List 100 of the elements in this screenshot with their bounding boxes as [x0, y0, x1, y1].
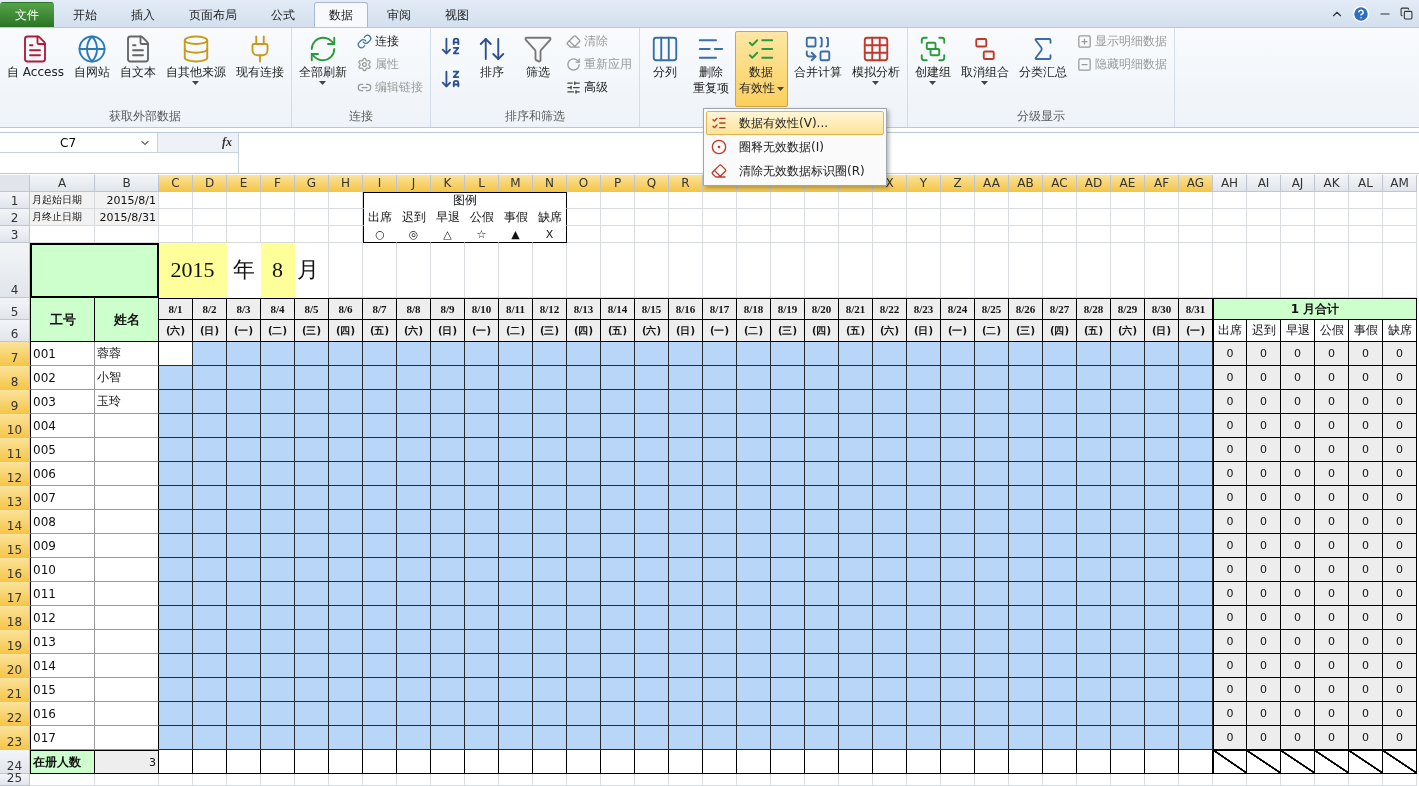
total-cell: 0: [1315, 510, 1349, 534]
total-cell: 0: [1315, 630, 1349, 654]
total-cell: 0: [1281, 654, 1315, 678]
date-heading: 8/10: [465, 298, 499, 320]
weekday-heading: (三): [533, 320, 567, 342]
total-cell: 0: [1349, 654, 1383, 678]
weekday-heading: (二): [737, 320, 771, 342]
summary-heading: 出席: [1213, 320, 1247, 342]
total-cell: 0: [1349, 510, 1383, 534]
total-cell: 0: [1281, 534, 1315, 558]
weekday-heading: (五): [839, 320, 873, 342]
weekday-heading: (六): [873, 320, 907, 342]
date-heading: 8/6: [329, 298, 363, 320]
total-cell: 0: [1383, 510, 1417, 534]
total-cell: 0: [1383, 630, 1417, 654]
date-heading: 8/18: [737, 298, 771, 320]
footer-label: 在册人数: [30, 750, 95, 774]
total-cell: 0: [1213, 510, 1247, 534]
total-cell: 0: [1213, 414, 1247, 438]
total-cell: 0: [1247, 390, 1281, 414]
weekday-heading: (二): [975, 320, 1009, 342]
total-cell: 0: [1349, 390, 1383, 414]
date-heading: 8/29: [1111, 298, 1145, 320]
date-heading: 8/4: [261, 298, 295, 320]
total-cell: 0: [1213, 390, 1247, 414]
total-cell: 0: [1315, 702, 1349, 726]
total-cell: 0: [1315, 582, 1349, 606]
total-cell: 0: [1383, 558, 1417, 582]
date-cell: 2015/8/31: [95, 209, 159, 226]
total-cell: 0: [1349, 534, 1383, 558]
summary-heading: 事假: [1349, 320, 1383, 342]
weekday-heading: (日): [193, 320, 227, 342]
summary-title: 1 月合计: [1213, 298, 1417, 320]
id-cell: 014: [30, 654, 95, 678]
summary-heading: 缺席: [1383, 320, 1417, 342]
weekday-heading: (二): [499, 320, 533, 342]
group-label: 连接: [347, 108, 374, 125]
date-heading: 8/8: [397, 298, 431, 320]
summary-heading: 公假: [1315, 320, 1349, 342]
weekday-heading: (日): [1145, 320, 1179, 342]
count-cell: 3: [95, 750, 159, 774]
column-heading: 姓名: [95, 298, 159, 342]
total-cell: 0: [1315, 654, 1349, 678]
total-cell: 0: [1383, 678, 1417, 702]
date-heading: 8/14: [601, 298, 635, 320]
date-heading: 8/28: [1077, 298, 1111, 320]
total-cell: 0: [1213, 534, 1247, 558]
date-heading: 8/21: [839, 298, 873, 320]
weekday-heading: (六): [397, 320, 431, 342]
date-heading: 8/26: [1009, 298, 1043, 320]
total-cell: 0: [1383, 438, 1417, 462]
weekday-heading: (六): [635, 320, 669, 342]
total-cell: 0: [1383, 486, 1417, 510]
weekday-heading: (三): [295, 320, 329, 342]
weekday-heading: (一): [227, 320, 261, 342]
name-cell: 蓉蓉: [95, 342, 159, 366]
id-cell: 005: [30, 438, 95, 462]
weekday-heading: (一): [1179, 320, 1213, 342]
total-cell: 0: [1349, 630, 1383, 654]
date-heading: 8/22: [873, 298, 907, 320]
month-cell: 8: [261, 243, 295, 298]
total-cell: 0: [1281, 726, 1315, 750]
total-cell: 0: [1315, 438, 1349, 462]
weekday-heading: (四): [805, 320, 839, 342]
total-cell: 0: [1315, 486, 1349, 510]
id-cell: 008: [30, 510, 95, 534]
weekday-heading: (五): [1077, 320, 1111, 342]
column-heading: 工号: [30, 298, 95, 342]
total-cell: 0: [1247, 342, 1281, 366]
date-heading: 8/2: [193, 298, 227, 320]
weekday-heading: (三): [771, 320, 805, 342]
group-label: 排序和筛选: [503, 108, 566, 125]
total-cell: 0: [1281, 630, 1315, 654]
weekday-heading: (一): [465, 320, 499, 342]
weekday-heading: (一): [941, 320, 975, 342]
id-cell: 001: [30, 342, 95, 366]
total-cell: 0: [1247, 486, 1281, 510]
total-cell: 0: [1213, 630, 1247, 654]
total-cell: 0: [1383, 606, 1417, 630]
total-cell: 0: [1213, 654, 1247, 678]
date-heading: 8/3: [227, 298, 261, 320]
id-cell: 012: [30, 606, 95, 630]
weekday-heading: (三): [1009, 320, 1043, 342]
total-cell: 0: [1247, 462, 1281, 486]
id-cell: 015: [30, 678, 95, 702]
total-cell: 0: [1213, 606, 1247, 630]
total-cell: 0: [1315, 390, 1349, 414]
legend-symbol: ○: [363, 226, 397, 243]
month-unit: 月: [295, 243, 329, 298]
name-cell: 小智: [95, 366, 159, 390]
date-heading: 8/24: [941, 298, 975, 320]
id-cell: 013: [30, 630, 95, 654]
label-cell: 月起始日期: [30, 192, 95, 209]
date-heading: 8/9: [431, 298, 465, 320]
total-cell: 0: [1349, 606, 1383, 630]
total-cell: 0: [1281, 342, 1315, 366]
total-cell: 0: [1383, 414, 1417, 438]
date-heading: 8/17: [703, 298, 737, 320]
total-cell: 0: [1383, 342, 1417, 366]
total-cell: 0: [1281, 702, 1315, 726]
